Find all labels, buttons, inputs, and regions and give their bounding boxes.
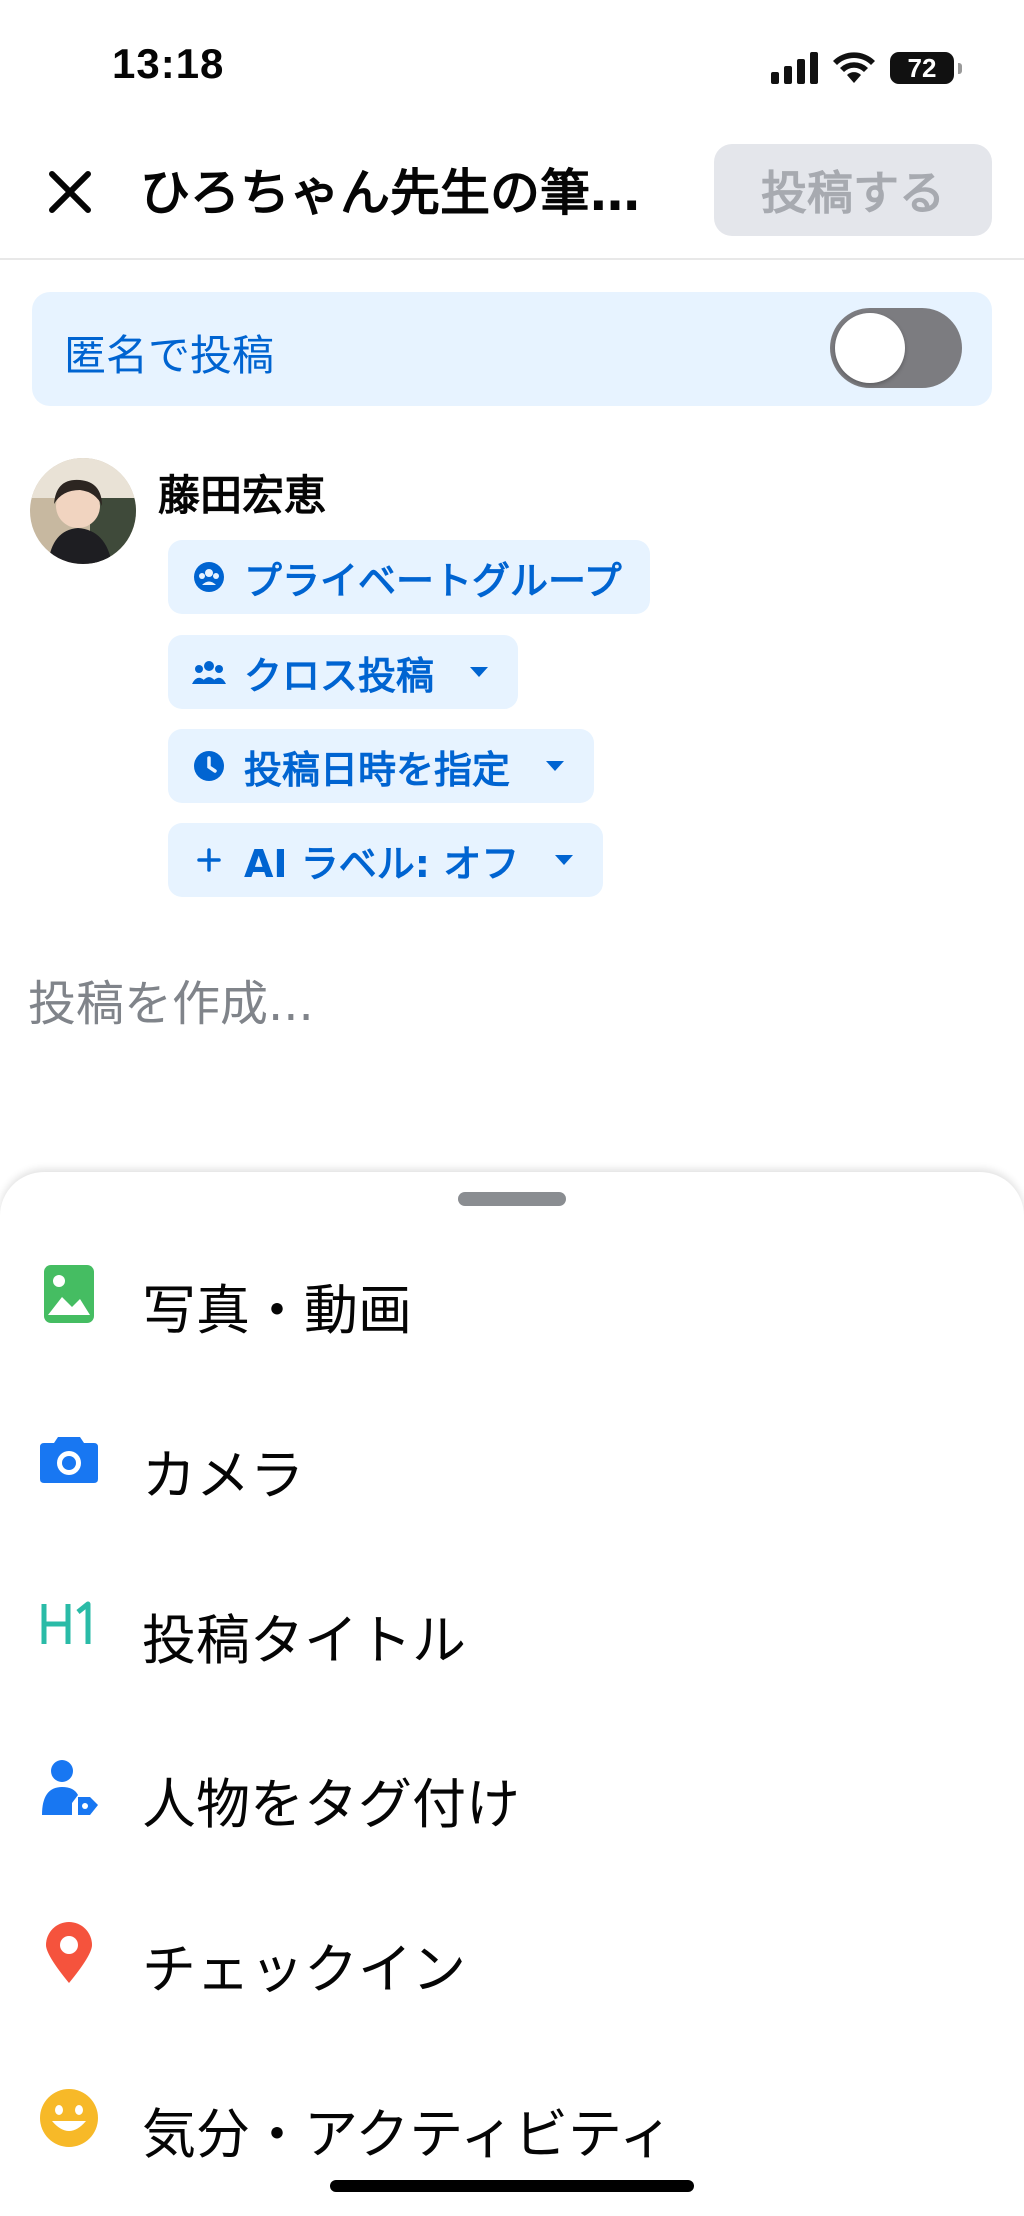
chevron-down-icon bbox=[470, 667, 489, 677]
audience-chip-label: プライベートグループ bbox=[244, 558, 622, 603]
menu-item-photo-video[interactable]: 写真・動画 bbox=[0, 1218, 1024, 1368]
chevron-down-icon bbox=[555, 855, 574, 865]
sheet-drag-handle[interactable] bbox=[458, 1192, 566, 1206]
battery-icon: 72 bbox=[890, 52, 962, 84]
group-icon bbox=[192, 560, 226, 594]
attachment-sheet: 写真・動画 カメラ 投稿タイトル 人物をタグ付け チェックイン 気分・アクティビ… bbox=[0, 1172, 1024, 2216]
cross-post-chip[interactable]: クロス投稿 bbox=[168, 635, 519, 709]
menu-item-tag-people[interactable]: 人物をタグ付け bbox=[0, 1712, 1024, 1862]
menu-item-feeling-activity[interactable]: 気分・アクティビティ bbox=[0, 2042, 1024, 2192]
wifi-icon bbox=[833, 52, 875, 83]
menu-item-label: 写真・動画 bbox=[142, 1279, 412, 1342]
tag-person-icon bbox=[38, 1757, 100, 1819]
anonymous-post-toggle[interactable] bbox=[830, 308, 962, 388]
menu-item-label: 気分・アクティビティ bbox=[142, 2103, 673, 2166]
menu-item-camera[interactable]: カメラ bbox=[0, 1383, 1024, 1533]
menu-item-post-title[interactable]: 投稿タイトル bbox=[0, 1548, 1024, 1698]
menu-item-label: 人物をタグ付け bbox=[142, 1773, 520, 1836]
user-name: 藤田宏恵 bbox=[158, 471, 327, 520]
people-icon bbox=[192, 655, 226, 689]
photo-icon bbox=[38, 1263, 100, 1325]
composer-header: ひろちゃん先生の筆… 投稿する bbox=[0, 140, 1024, 260]
battery-level: 72 bbox=[907, 52, 937, 83]
smiley-icon bbox=[38, 2087, 100, 2149]
location-pin-icon bbox=[38, 1922, 100, 1984]
signal-icon bbox=[771, 52, 818, 84]
status-icons: 72 bbox=[771, 48, 962, 88]
page-title: ひろちゃん先生の筆… bbox=[140, 164, 640, 222]
anonymous-post-row: 匿名で投稿 bbox=[32, 292, 992, 406]
menu-item-label: カメラ bbox=[142, 1444, 304, 1507]
avatar bbox=[30, 458, 136, 564]
status-time: 13:18 bbox=[112, 40, 225, 87]
home-indicator bbox=[330, 2180, 694, 2192]
menu-item-label: 投稿タイトル bbox=[142, 1609, 466, 1672]
post-text-input[interactable]: 投稿を作成... bbox=[28, 964, 314, 1034]
h1-icon bbox=[38, 1593, 100, 1655]
audience-chip[interactable]: プライベートグループ bbox=[168, 540, 650, 614]
schedule-chip[interactable]: 投稿日時を指定 bbox=[168, 729, 595, 803]
close-button[interactable] bbox=[40, 162, 100, 222]
chevron-down-icon bbox=[546, 761, 565, 771]
plus-icon bbox=[192, 843, 226, 877]
ai-label-chip-label: AI ラベル: オフ bbox=[244, 841, 520, 886]
menu-item-label: チェックイン bbox=[142, 1938, 466, 2001]
schedule-chip-label: 投稿日時を指定 bbox=[244, 747, 511, 792]
cross-post-chip-label: クロス投稿 bbox=[244, 653, 435, 698]
anonymous-post-label: 匿名で投稿 bbox=[64, 331, 275, 380]
status-bar: 13:18 72 bbox=[0, 0, 1024, 130]
camera-icon bbox=[38, 1428, 100, 1490]
toggle-knob bbox=[835, 313, 905, 383]
clock-icon bbox=[192, 749, 226, 783]
post-button[interactable]: 投稿する bbox=[714, 144, 992, 236]
ai-label-chip[interactable]: AI ラベル: オフ bbox=[168, 823, 604, 897]
menu-item-check-in[interactable]: チェックイン bbox=[0, 1877, 1024, 2027]
close-icon bbox=[49, 171, 91, 213]
